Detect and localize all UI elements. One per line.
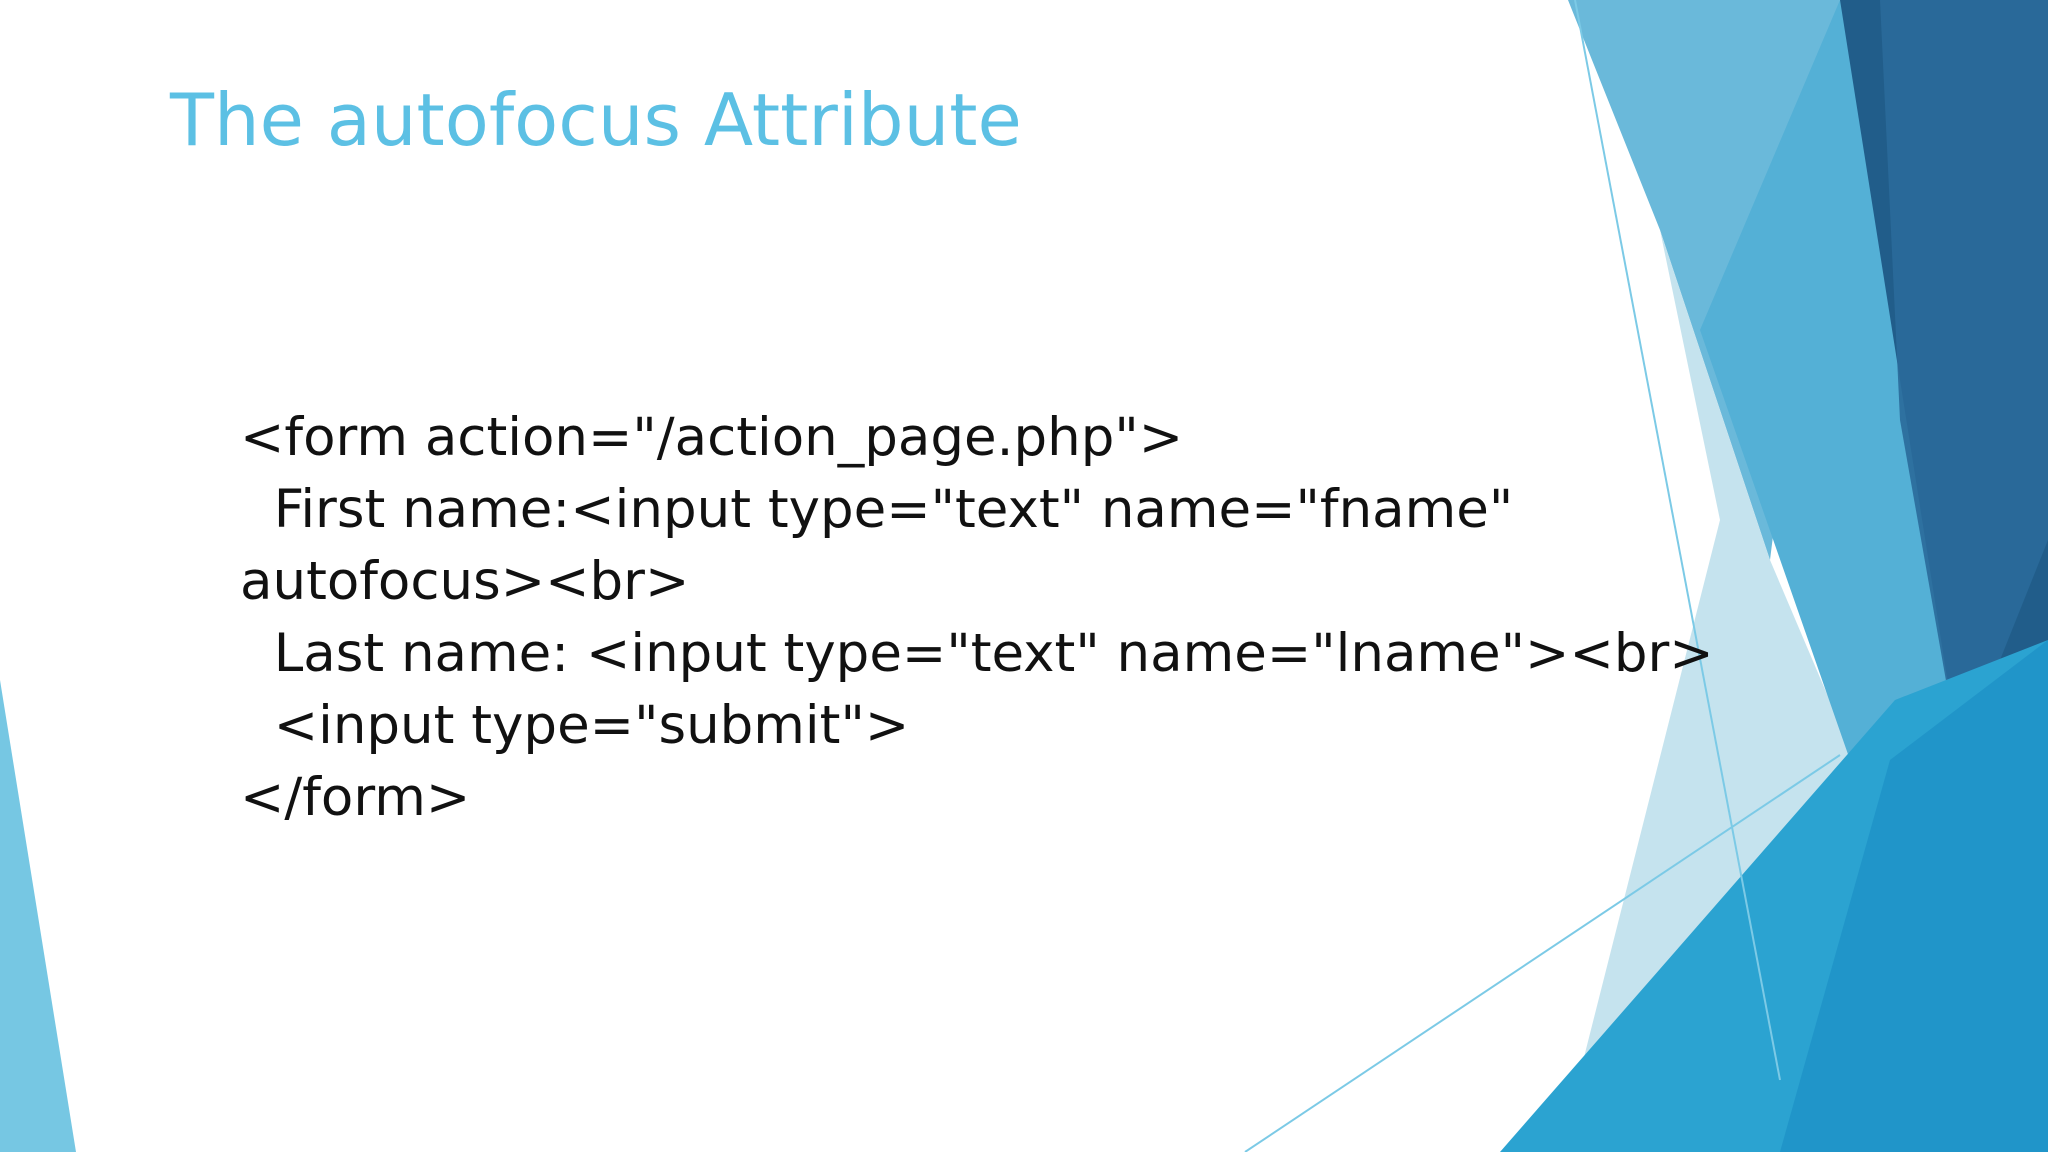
code-line-2: First name:<input type="text" name="fnam…	[240, 479, 1514, 540]
code-line-6: </form>	[240, 767, 471, 828]
right-facet-dark	[1840, 0, 2048, 760]
code-line-5: <input type="submit">	[240, 695, 910, 756]
code-line-4: Last name: <input type="text" name="lnam…	[240, 623, 1714, 684]
right-facet-blue-deep	[1780, 640, 2048, 1152]
code-block: <form action="/action_page.php"> First n…	[240, 402, 1714, 834]
slide-title: The autofocus Attribute	[170, 78, 1022, 162]
left-edge-accent	[0, 680, 76, 1152]
slide: The autofocus Attribute <form action="/a…	[0, 0, 2048, 1152]
right-facet-dark-2	[1880, 0, 2048, 760]
right-facet-mid-1	[1700, 0, 1960, 1152]
code-line-1: <form action="/action_page.php">	[240, 407, 1184, 468]
code-line-3: autofocus><br>	[240, 551, 690, 612]
